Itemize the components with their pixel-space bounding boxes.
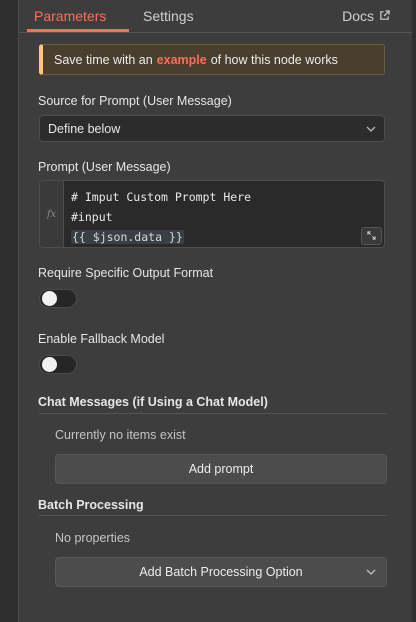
add-batch-option-button[interactable]: Add Batch Processing Option: [55, 557, 387, 587]
prompt-code[interactable]: # Imput Custom Prompt Here #input {{ $js…: [71, 187, 251, 247]
divider: [39, 413, 387, 414]
chat-messages-empty: Currently no items exist: [55, 428, 186, 442]
active-tab-indicator: [27, 29, 129, 32]
chat-messages-title: Chat Messages (if Using a Chat Model): [38, 395, 268, 409]
fallback-model-label: Enable Fallback Model: [38, 332, 165, 346]
divider: [39, 515, 387, 516]
expand-icon: [367, 227, 376, 245]
source-select-value: Define below: [48, 121, 121, 136]
notice-text-before: Save time with an: [54, 52, 153, 67]
batch-processing-title: Batch Processing: [38, 498, 144, 512]
tab-parameters[interactable]: Parameters: [34, 8, 106, 24]
toggle-knob: [42, 291, 57, 306]
output-format-toggle[interactable]: [39, 289, 77, 308]
prompt-editor[interactable]: fx # Imput Custom Prompt Here #input {{ …: [39, 180, 385, 248]
expand-editor-button[interactable]: [361, 227, 382, 245]
code-line: #input: [71, 210, 113, 224]
source-select[interactable]: Define below: [39, 115, 385, 142]
example-link[interactable]: example: [157, 53, 207, 67]
chevron-down-icon: [366, 567, 376, 577]
docs-label: Docs: [342, 8, 374, 24]
chevron-down-icon: [366, 124, 376, 134]
output-format-label: Require Specific Output Format: [38, 266, 214, 280]
code-line: # Imput Custom Prompt Here: [71, 190, 252, 204]
batch-processing-empty: No properties: [55, 531, 131, 545]
node-parameters-panel: Parameters Settings Docs Save time with …: [19, 0, 412, 622]
source-label: Source for Prompt (User Message): [38, 94, 232, 108]
example-notice: Save time with an example of how this no…: [39, 44, 385, 75]
fallback-model-toggle[interactable]: [39, 355, 77, 374]
docs-link[interactable]: Docs: [342, 8, 390, 24]
fx-icon: fx: [40, 181, 64, 247]
left-gutter: [0, 0, 19, 622]
toggle-knob: [42, 357, 57, 372]
tab-settings[interactable]: Settings: [143, 8, 194, 24]
right-scrollbar[interactable]: [412, 0, 416, 622]
code-line-expression: {{ $json.data }}: [71, 227, 251, 247]
tab-bar: Parameters Settings Docs: [19, 0, 412, 33]
add-batch-option-label: Add Batch Processing Option: [139, 565, 303, 579]
notice-text-after: of how this node works: [210, 52, 338, 67]
add-prompt-button[interactable]: Add prompt: [55, 454, 387, 484]
expression-token: {{ $json.data }}: [71, 230, 184, 244]
prompt-label: Prompt (User Message): [38, 160, 171, 174]
external-link-icon: [379, 8, 390, 24]
